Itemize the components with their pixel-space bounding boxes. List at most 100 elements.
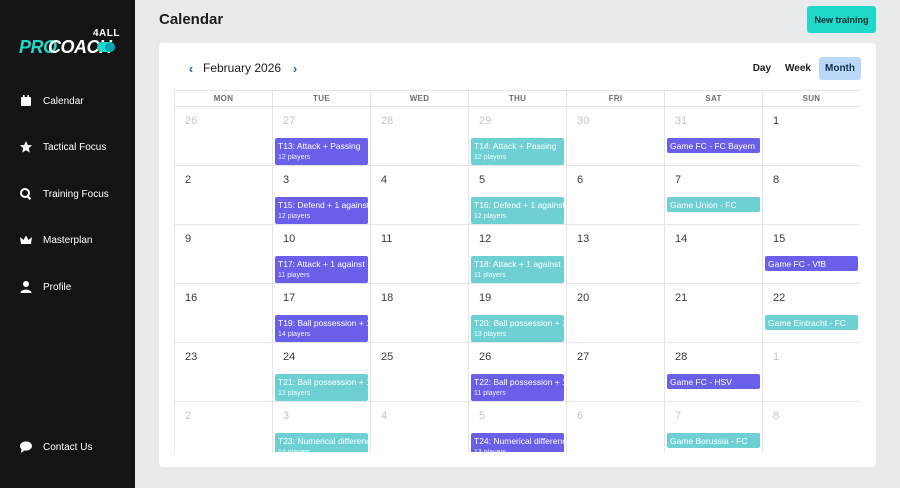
day-cell[interactable]: 29 T14: Attack + Passing 12 players xyxy=(469,107,567,166)
day-cell[interactable]: 23 xyxy=(175,343,273,402)
event-title: Game Borussia - FC xyxy=(670,436,748,446)
day-cell[interactable]: 24 T21: Ball possession + 1 12 players xyxy=(273,343,371,402)
day-cell[interactable]: 4 xyxy=(371,166,469,225)
day-number: 28 xyxy=(675,351,688,363)
game-event[interactable]: Game Borussia - FC xyxy=(667,433,760,448)
day-cell[interactable]: 16 xyxy=(175,284,273,343)
training-event[interactable]: T14: Attack + Passing 12 players xyxy=(471,138,564,165)
day-cell[interactable]: 3 T23: Numerical difference 14 players xyxy=(273,402,371,452)
view-month-button[interactable]: Month xyxy=(819,57,861,80)
day-cell[interactable]: 22 Game Eintracht - FC xyxy=(763,284,860,343)
day-cell[interactable]: 13 xyxy=(567,225,665,284)
training-event[interactable]: T22: Ball possession + 1 11 players xyxy=(471,374,564,401)
event-players: 13 players xyxy=(474,449,506,452)
day-cell[interactable]: 31 Game FC - FC Bayern xyxy=(665,107,763,166)
day-cell[interactable]: 1 xyxy=(763,343,860,402)
day-number: 10 xyxy=(283,233,296,245)
sidebar-item-tactical-focus[interactable]: Tactical Focus xyxy=(19,137,106,157)
day-cell[interactable]: 12 T18: Attack + 1 against 11 players xyxy=(469,225,567,284)
day-cell[interactable]: 2 xyxy=(175,166,273,225)
day-cell[interactable]: 1 xyxy=(763,107,860,166)
day-cell[interactable]: 28 Game FC - HSV xyxy=(665,343,763,402)
day-number: 18 xyxy=(381,292,394,304)
day-cell[interactable]: 26 T22: Ball possession + 1 11 players xyxy=(469,343,567,402)
day-number: 3 xyxy=(283,174,290,186)
day-cell[interactable]: 27 xyxy=(567,343,665,402)
day-cell[interactable]: 6 xyxy=(567,402,665,452)
sidebar-item-calendar[interactable]: Calendar xyxy=(19,91,84,111)
day-cell[interactable]: 10 T17: Attack + 1 against 11 players xyxy=(273,225,371,284)
day-cell[interactable]: 3 T15: Defend + 1 against 12 players xyxy=(273,166,371,225)
event-title: Game FC - VfB xyxy=(768,259,827,269)
view-week-button[interactable]: Week xyxy=(779,57,817,80)
day-cell[interactable]: 5 T16: Defend + 1 against 12 players xyxy=(469,166,567,225)
day-cell[interactable]: 21 xyxy=(665,284,763,343)
training-event[interactable]: T21: Ball possession + 1 12 players xyxy=(275,374,368,401)
day-cell[interactable]: 7 Game Union - FC xyxy=(665,166,763,225)
training-event[interactable]: T18: Attack + 1 against 11 players xyxy=(471,256,564,283)
day-cell[interactable]: 14 xyxy=(665,225,763,284)
game-event[interactable]: Game Eintracht - FC xyxy=(765,315,858,330)
day-number: 28 xyxy=(381,115,394,127)
day-cell[interactable]: 25 xyxy=(371,343,469,402)
chevron-left-icon[interactable]: ‹ xyxy=(183,60,199,76)
game-event[interactable]: Game Union - FC xyxy=(667,197,760,212)
day-number: 27 xyxy=(283,115,296,127)
day-number: 6 xyxy=(577,410,584,422)
training-event[interactable]: T15: Defend + 1 against 12 players xyxy=(275,197,368,224)
day-cell[interactable]: 18 xyxy=(371,284,469,343)
sidebar-item-masterplan[interactable]: Masterplan xyxy=(19,230,92,250)
procoach-logo[interactable]: PRO COACH 4ALL xyxy=(19,28,120,58)
event-title: T17: Attack + 1 against xyxy=(278,259,365,269)
day-number: 2 xyxy=(185,410,192,422)
day-cell[interactable]: 27 T13: Attack + Passing 12 players xyxy=(273,107,371,166)
chat-icon xyxy=(19,440,33,454)
day-cell[interactable]: 11 xyxy=(371,225,469,284)
sidebar-item-profile[interactable]: Profile xyxy=(19,277,71,297)
training-event[interactable]: T13: Attack + Passing 12 players xyxy=(275,138,368,165)
day-number: 8 xyxy=(773,174,780,186)
training-event[interactable]: T16: Defend + 1 against 12 players xyxy=(471,197,564,224)
day-cell[interactable]: 7 Game Borussia - FC xyxy=(665,402,763,452)
day-cell[interactable]: 17 T19: Ball possession + 1 14 players xyxy=(273,284,371,343)
event-title: Game FC - HSV xyxy=(670,377,732,387)
sidebar-item-contact-us[interactable]: Contact Us xyxy=(19,437,92,457)
day-cell[interactable]: 6 xyxy=(567,166,665,225)
day-cell[interactable]: 15 Game FC - VfB xyxy=(763,225,860,284)
day-cell[interactable]: 4 xyxy=(371,402,469,452)
training-event[interactable]: T24: Numerical difference 13 players xyxy=(471,433,564,452)
new-training-button[interactable]: New training xyxy=(807,6,876,33)
game-event[interactable]: Game FC - VfB xyxy=(765,256,858,271)
logo-suffix: 4ALL xyxy=(93,28,120,39)
view-day-button[interactable]: Day xyxy=(747,57,777,80)
day-number: 24 xyxy=(283,351,296,363)
day-cell[interactable]: 9 xyxy=(175,225,273,284)
training-event[interactable]: T19: Ball possession + 1 14 players xyxy=(275,315,368,342)
day-cell[interactable]: 8 xyxy=(763,402,860,452)
day-number: 17 xyxy=(283,292,296,304)
day-cell[interactable]: 8 xyxy=(763,166,860,225)
day-cell[interactable]: 5 T24: Numerical difference 13 players xyxy=(469,402,567,452)
chevron-right-icon[interactable]: › xyxy=(287,60,303,76)
day-cell[interactable]: 30 xyxy=(567,107,665,166)
month-label: February 2026 xyxy=(203,61,282,75)
day-number: 11 xyxy=(381,233,393,245)
sidebar-item-training-focus[interactable]: Training Focus xyxy=(19,184,109,204)
day-cell[interactable]: 2 xyxy=(175,402,273,452)
event-title: T13: Attack + Passing xyxy=(278,141,361,151)
day-cell[interactable]: 28 xyxy=(371,107,469,166)
training-event[interactable]: T23: Numerical difference 14 players xyxy=(275,433,368,452)
weekday-header: MON xyxy=(175,91,273,107)
event-players: 14 players xyxy=(278,331,311,338)
day-cell[interactable]: 19 T20: Ball possession + 1 13 players xyxy=(469,284,567,343)
view-switcher: Day Week Month xyxy=(745,57,861,80)
training-event[interactable]: T17: Attack + 1 against 11 players xyxy=(275,256,368,283)
day-cell[interactable]: 20 xyxy=(567,284,665,343)
game-event[interactable]: Game FC - HSV xyxy=(667,374,760,389)
event-players: 11 players xyxy=(474,272,506,279)
training-event[interactable]: T20: Ball possession + 1 13 players xyxy=(471,315,564,342)
sidebar-item-label: Contact Us xyxy=(43,441,93,453)
day-number: 4 xyxy=(381,174,388,186)
day-cell[interactable]: 26 xyxy=(175,107,273,166)
game-event[interactable]: Game FC - FC Bayern xyxy=(667,138,760,153)
